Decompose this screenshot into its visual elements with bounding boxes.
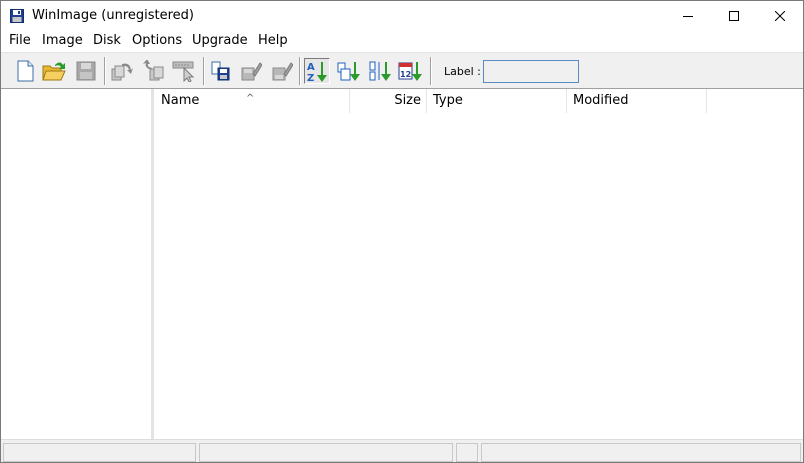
maximize-button[interactable]: [711, 1, 757, 31]
status-panel-2: [199, 443, 453, 462]
column-size-label: Size: [394, 93, 421, 108]
app-window: WinImage (unregistered) File Image Disk …: [0, 0, 804, 463]
save-disk-icon: [76, 61, 96, 81]
close-button[interactable]: [757, 1, 803, 31]
read-disk-button[interactable]: [207, 58, 233, 84]
close-icon: [775, 11, 785, 21]
format-write-button[interactable]: [269, 58, 295, 84]
title-bar[interactable]: WinImage (unregistered): [1, 1, 803, 31]
select-button[interactable]: [172, 58, 198, 84]
sort-size-icon: [337, 62, 360, 81]
label-caption: Label :: [444, 65, 481, 78]
open-button[interactable]: [41, 58, 67, 84]
column-header-size[interactable]: Size: [350, 89, 427, 113]
sort-type-icon: [369, 61, 391, 81]
svg-text:Z: Z: [307, 73, 314, 83]
toolbar-separator: [203, 57, 204, 85]
status-panel-1: [3, 443, 196, 462]
sort-by-name-button[interactable]: A Z: [304, 58, 330, 84]
cursor-select-icon: [172, 61, 195, 82]
menu-disk[interactable]: Disk: [93, 33, 121, 48]
sort-by-date-button[interactable]: 12: [397, 58, 423, 84]
column-header-name[interactable]: Name ^: [154, 89, 350, 113]
new-image-button[interactable]: [12, 58, 38, 84]
toolbar-separator: [299, 57, 300, 85]
sort-by-size-button[interactable]: [335, 58, 361, 84]
menu-image[interactable]: Image: [42, 33, 83, 48]
disk-format-icon: [272, 62, 293, 81]
menu-bar: File Image Disk Options Upgrade Help: [1, 31, 803, 52]
toolbar-separator: [430, 57, 431, 85]
maximize-icon: [729, 11, 739, 21]
status-panel-3: [456, 443, 478, 462]
file-list-pane[interactable]: Name ^ Size Type Modified: [154, 89, 803, 439]
extract-button[interactable]: [141, 58, 167, 84]
inject-button[interactable]: [109, 58, 135, 84]
minimize-icon: [683, 16, 693, 17]
new-document-icon: [17, 60, 34, 82]
svg-text:12: 12: [400, 70, 411, 79]
toolbar-separator: [104, 57, 105, 85]
sort-ascending-icon: ^: [246, 93, 255, 104]
column-name-label: Name: [161, 93, 200, 108]
menu-options[interactable]: Options: [132, 33, 182, 48]
folder-tree-pane[interactable]: [1, 89, 151, 439]
toolbar: A Z 12 Label:: [1, 52, 803, 89]
menu-upgrade[interactable]: Upgrade: [192, 33, 248, 48]
menu-help[interactable]: Help: [258, 33, 288, 48]
menu-file[interactable]: File: [9, 33, 31, 48]
status-panel-4: [481, 443, 801, 462]
disk-write-icon: [241, 62, 262, 81]
column-header-type[interactable]: Type: [427, 89, 567, 113]
sort-date-calendar-icon: 12: [398, 62, 422, 81]
disk-read-icon: [211, 61, 230, 81]
minimize-button[interactable]: [665, 1, 711, 31]
open-folder-icon: [42, 62, 66, 81]
window-title: WinImage (unregistered): [32, 8, 194, 23]
column-type-label: Type: [433, 93, 463, 108]
sort-by-type-button[interactable]: [366, 58, 392, 84]
label-input[interactable]: [483, 60, 579, 83]
extract-files-icon: [143, 60, 164, 81]
floppy-disk-icon: [10, 9, 24, 23]
column-header-modified[interactable]: Modified: [567, 89, 707, 113]
sort-alpha-icon: A Z: [307, 62, 327, 83]
write-disk-button[interactable]: [238, 58, 264, 84]
status-bar: [1, 439, 803, 462]
svg-text:A: A: [307, 62, 315, 73]
column-modified-label: Modified: [573, 93, 629, 108]
save-button[interactable]: [73, 58, 99, 84]
inject-files-icon: [111, 63, 133, 81]
